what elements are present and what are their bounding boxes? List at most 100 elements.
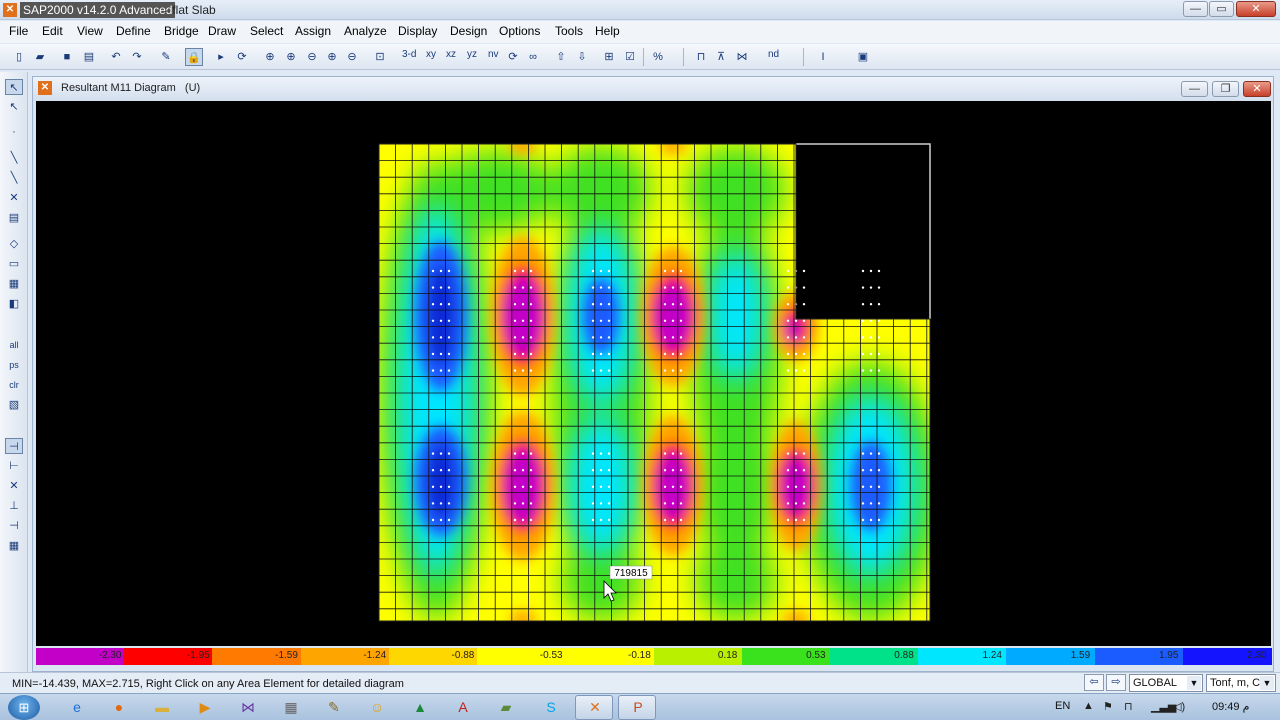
menu-tools[interactable]: Tools — [555, 24, 583, 38]
perspective-icon[interactable]: ∞ — [524, 48, 542, 66]
zoom-in-icon[interactable]: ⊕ — [282, 48, 300, 66]
draw-link-icon[interactable]: ✕ — [5, 190, 23, 206]
draw-point-icon[interactable]: · — [5, 124, 23, 140]
volume-icon[interactable]: ◁) — [1173, 700, 1185, 713]
refresh-icon[interactable]: ⟳ — [233, 48, 251, 66]
notes-icon[interactable]: ▰ — [495, 697, 517, 718]
reshape-icon[interactable]: ↖ — [5, 99, 23, 115]
menu-edit[interactable]: Edit — [42, 24, 63, 38]
menu-file[interactable]: File — [9, 24, 28, 38]
select-all-icon[interactable]: all — [5, 337, 23, 353]
quick-area-icon[interactable]: ▦ — [5, 276, 23, 292]
menu-display[interactable]: Display — [398, 24, 437, 38]
diagram-close-button[interactable]: ✕ — [1243, 81, 1271, 97]
menu-assign[interactable]: Assign — [295, 24, 331, 38]
sap2000-window-icon[interactable]: ✕ — [38, 81, 52, 95]
truss-icon[interactable]: ⊼ — [712, 48, 730, 66]
calculator-icon[interactable]: ▦ — [280, 697, 302, 718]
pointer-icon[interactable]: ↖ — [5, 79, 23, 95]
check-icon[interactable]: ☑ — [621, 48, 639, 66]
window-close-button[interactable]: ✕ — [1236, 1, 1276, 17]
units-select[interactable]: Tonf, m, C ▼ — [1206, 674, 1276, 692]
acrobat-icon[interactable]: A — [452, 697, 474, 718]
window-minimize-button[interactable]: — — [1183, 1, 1208, 17]
visual-studio-icon[interactable]: ⋈ — [237, 697, 259, 718]
frame-icon[interactable]: ⊓ — [692, 48, 710, 66]
menu-design[interactable]: Design — [450, 24, 487, 38]
select-object-icon[interactable]: ⊞ — [600, 48, 618, 66]
view-nv-button[interactable]: nv — [488, 49, 499, 60]
view-xz-button[interactable]: xz — [446, 49, 456, 60]
coordinate-system-select[interactable]: GLOBAL ▼ — [1129, 674, 1203, 692]
rotate-3d-icon[interactable]: ⟳ — [504, 48, 522, 66]
display-options-icon[interactable]: ▣ — [854, 48, 872, 66]
snap-lines-icon[interactable]: ⊣ — [5, 518, 23, 534]
next-arrow-button[interactable]: ⇨ — [1106, 674, 1126, 691]
contour-svg[interactable]: 719815 — [36, 101, 1271, 646]
draw-solid-icon[interactable]: ◧ — [5, 296, 23, 312]
moment-contour-plot[interactable]: 719815 — [36, 101, 1271, 646]
pen-tool-icon[interactable]: ✎ — [323, 697, 345, 718]
pan-icon[interactable]: ⊖ — [343, 48, 361, 66]
node-display-button[interactable]: nd — [768, 49, 779, 60]
draw-cable-icon[interactable]: ╲ — [5, 170, 23, 186]
draw-rect-area-icon[interactable]: ▭ — [5, 256, 23, 272]
brace-icon[interactable]: ⋈ — [733, 48, 751, 66]
snap-points-icon[interactable]: ⊣ — [5, 438, 23, 454]
zoom-previous-icon[interactable]: ⊕ — [323, 48, 341, 66]
diagram-restore-button[interactable]: ❐ — [1212, 81, 1239, 97]
select-previous-icon[interactable]: ps — [5, 357, 23, 373]
snap-intersection-icon[interactable]: ✕ — [5, 478, 23, 494]
chevron-down-icon[interactable]: ▼ — [1187, 676, 1201, 690]
undo-icon[interactable]: ↶ — [107, 48, 125, 66]
file-explorer-icon[interactable]: ▬ — [151, 697, 173, 718]
powerpoint-taskbar-button[interactable]: P — [618, 695, 656, 720]
menu-select[interactable]: Select — [250, 24, 283, 38]
move-up-icon[interactable]: ⇧ — [552, 48, 570, 66]
diagram-minimize-button[interactable]: — — [1181, 81, 1208, 97]
image-viewer-icon[interactable]: ▲ — [409, 697, 431, 718]
quick-frames-icon[interactable]: ▤ — [5, 210, 23, 226]
snap-perpendicular-icon[interactable]: ⊥ — [5, 498, 23, 514]
window-maximize-button[interactable]: ▭ — [1209, 1, 1234, 17]
menu-bridge[interactable]: Bridge — [164, 24, 199, 38]
intersecting-line-icon[interactable]: ▧ — [5, 397, 23, 413]
redo-icon[interactable]: ↷ — [128, 48, 146, 66]
clock[interactable]: 09:49 م — [1212, 700, 1249, 713]
clear-selection-icon[interactable]: clr — [5, 377, 23, 393]
skype-icon[interactable]: S — [540, 697, 562, 718]
menu-define[interactable]: Define — [116, 24, 151, 38]
restore-view-icon[interactable]: ⊡ — [371, 48, 389, 66]
action-center-flag-icon[interactable]: ⚑ — [1103, 700, 1113, 713]
internet-explorer-icon[interactable]: e — [66, 697, 88, 718]
print-icon[interactable]: ▤ — [80, 48, 98, 66]
run-analysis-icon[interactable]: ▸ — [212, 48, 230, 66]
messenger-icon[interactable]: ☺ — [366, 697, 388, 718]
draw-frame-icon[interactable]: ╲ — [5, 150, 23, 166]
media-player-icon[interactable]: ▶ — [194, 697, 216, 718]
language-indicator[interactable]: EN — [1055, 700, 1070, 712]
sap2000-app-icon[interactable]: ✕ — [3, 3, 17, 17]
lock-icon[interactable]: 🔒 — [185, 48, 203, 66]
menu-draw[interactable]: Draw — [208, 24, 236, 38]
new-file-icon[interactable]: ▯ — [10, 48, 28, 66]
firefox-icon[interactable]: ● — [108, 697, 130, 718]
menu-view[interactable]: View — [77, 24, 103, 38]
usb-device-icon[interactable]: ⊓ — [1124, 700, 1133, 713]
menu-analyze[interactable]: Analyze — [344, 24, 387, 38]
view-xy-button[interactable]: xy — [426, 49, 436, 60]
menu-help[interactable]: Help — [595, 24, 620, 38]
section-icon[interactable]: I — [814, 48, 832, 66]
snap-ends-icon[interactable]: ⊢ — [5, 458, 23, 474]
view-yz-button[interactable]: yz — [467, 49, 477, 60]
menu-options[interactable]: Options — [499, 24, 540, 38]
show-hidden-icons-icon[interactable]: ▲ — [1083, 700, 1094, 712]
sap2000-taskbar-button[interactable]: ✕ — [575, 695, 613, 720]
chevron-down-icon[interactable]: ▼ — [1260, 676, 1274, 690]
view-3d-button[interactable]: 3-d — [402, 49, 416, 60]
save-icon[interactable]: ■ — [58, 48, 76, 66]
zoom-window-icon[interactable]: ⊕ — [261, 48, 279, 66]
previous-arrow-button[interactable]: ⇦ — [1084, 674, 1104, 691]
start-button[interactable]: ⊞ — [8, 695, 40, 720]
zoom-out-icon[interactable]: ⊖ — [303, 48, 321, 66]
